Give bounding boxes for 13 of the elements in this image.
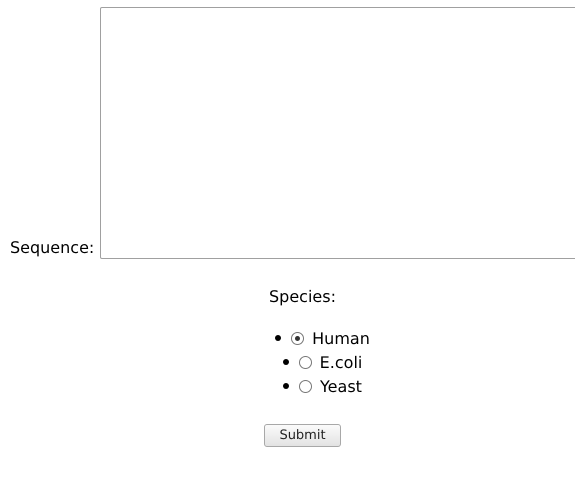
bullet-icon — [275, 335, 282, 341]
sequence-label: Sequence: — [10, 238, 94, 257]
radio-button[interactable] — [298, 356, 312, 368]
radio-label: Yeast — [320, 376, 362, 396]
sequence-field[interactable] — [100, 7, 575, 259]
submit-button[interactable]: Submit — [264, 424, 341, 447]
radio-label: Human — [312, 328, 370, 348]
bullet-icon — [283, 383, 290, 389]
species-label: Species: — [269, 287, 336, 306]
radio-button[interactable] — [299, 380, 312, 392]
radio-button[interactable] — [291, 332, 304, 344]
bullet-icon — [282, 359, 289, 365]
radio-label: E.coli — [320, 352, 362, 372]
